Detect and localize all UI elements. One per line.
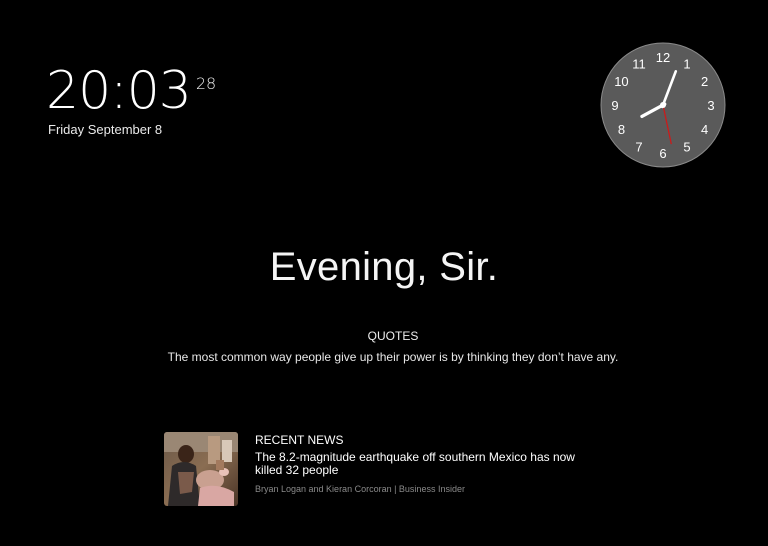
clock-number: 8 (618, 122, 625, 137)
clock-number: 9 (611, 98, 618, 113)
clock-number: 3 (707, 98, 714, 113)
news-body: RECENT NEWS The 8.2-magnitude earthquake… (255, 432, 605, 506)
clock-number: 12 (656, 50, 670, 65)
clock-number: 4 (701, 122, 708, 137)
quote-text: The most common way people give up their… (167, 350, 619, 364)
news-item[interactable]: RECENT NEWS The 8.2-magnitude earthquake… (164, 432, 614, 506)
analog-clock: 12 12 3 45 6 789 10 11 (600, 42, 726, 168)
clock-number: 7 (635, 140, 642, 155)
news-thumbnail[interactable] (164, 432, 238, 506)
clock-number: 6 (659, 146, 666, 161)
time-hours-minutes: 20:03 (46, 61, 192, 121)
digital-clock: 20:03 28 Friday September 8 (46, 62, 216, 137)
quotes-heading: QUOTES (367, 329, 419, 343)
news-source: Bryan Logan and Kieran Corcoran | Busine… (255, 484, 465, 494)
clock-number: 2 (701, 74, 708, 89)
clock-center-pin (660, 102, 666, 108)
time-seconds: 28 (195, 74, 217, 93)
news-headline[interactable]: The 8.2-magnitude earthquake off souther… (255, 451, 605, 477)
clock-number: 11 (632, 56, 646, 71)
date-label: Friday September 8 (48, 122, 163, 137)
news-heading: RECENT NEWS (255, 433, 344, 447)
news-photo (164, 432, 238, 506)
greeting-text: Evening, Sir. (269, 245, 499, 289)
time-row: 20:03 28 (46, 62, 216, 120)
clock-number: 5 (683, 140, 690, 155)
clock-number: 1 (683, 56, 690, 71)
clock-number: 10 (614, 74, 628, 89)
mirror-screen: 20:03 28 Friday September 8 12 1 2 3 4 5 6 7 8 9 1… (0, 0, 768, 546)
